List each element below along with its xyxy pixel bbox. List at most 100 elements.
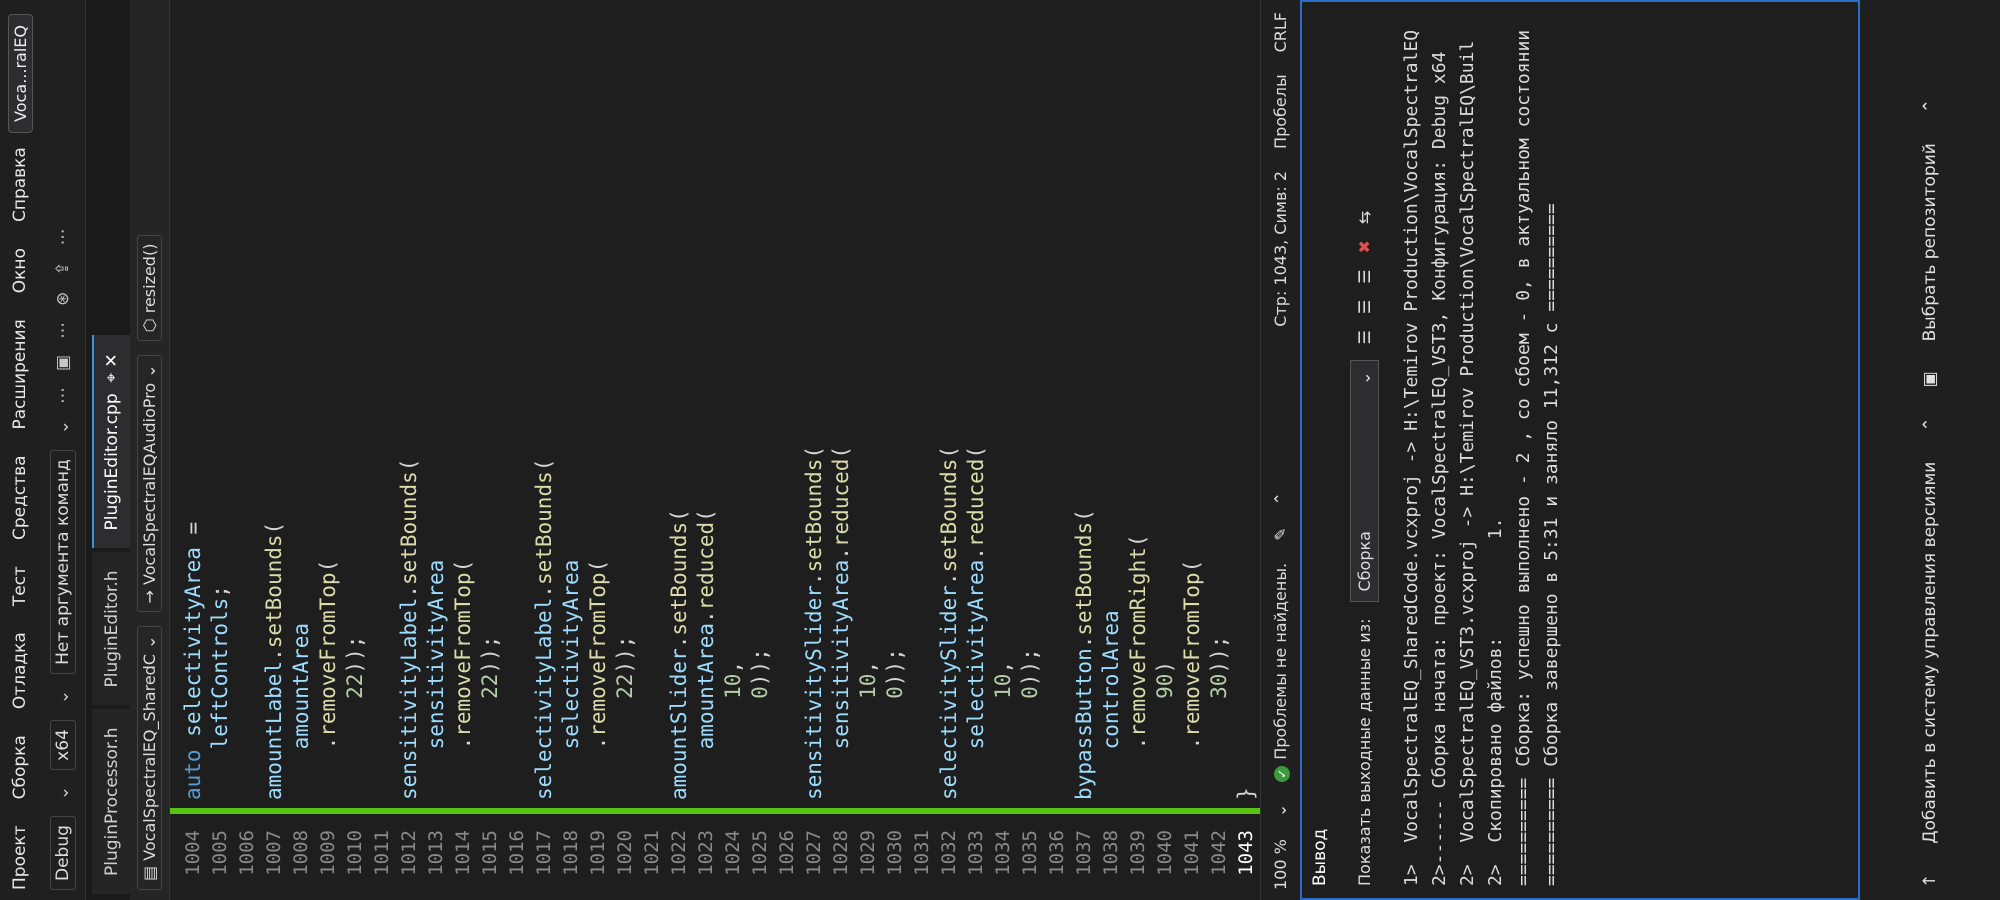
chevron-up-icon[interactable]: ⌃ bbox=[1920, 417, 1940, 431]
code-line[interactable]: sensitivitySlider.setBounds( bbox=[799, 446, 829, 800]
code-line[interactable]: .removeFromRight( bbox=[1123, 534, 1153, 800]
code-line[interactable]: selectivitySlider.setBounds( bbox=[934, 446, 964, 800]
more-icon[interactable]: ⋯ bbox=[53, 322, 73, 339]
code-line[interactable]: .removeFromTop( bbox=[1177, 560, 1207, 800]
line-ending[interactable]: CRLF bbox=[1271, 12, 1290, 52]
project-label: VocalSpectralEQ_SharedC bbox=[140, 654, 159, 861]
code-line[interactable]: 22)); bbox=[475, 636, 505, 800]
code-line[interactable]: auto selectivityArea = bbox=[178, 522, 208, 800]
photo-stage: Проект Сборка Отладка Тест Средства Расш… bbox=[0, 0, 2000, 900]
arrow-up-icon[interactable]: ↑ bbox=[1920, 874, 1940, 888]
code-line[interactable]: .removeFromTop( bbox=[448, 560, 478, 800]
share-icon[interactable]: ⇪ bbox=[53, 261, 73, 275]
chevron-down-icon[interactable]: ⌄ bbox=[53, 786, 73, 800]
more-icon[interactable]: ⋯ bbox=[53, 387, 73, 404]
menu-item[interactable]: Окно bbox=[10, 248, 30, 293]
code-line[interactable]: controlArea bbox=[1096, 610, 1126, 800]
align-left-icon[interactable]: ☰ bbox=[1355, 330, 1374, 344]
code-line[interactable]: 22)); bbox=[340, 636, 370, 800]
line-number: 1015 bbox=[479, 830, 501, 876]
scope-dropdown[interactable]: → VocalSpectralEQAudioPro ⌄ bbox=[137, 355, 162, 613]
change-tracking-bar bbox=[170, 808, 1260, 814]
chevron-down-icon[interactable]: ⌄ bbox=[1271, 804, 1290, 817]
code-editor[interactable]: 1004 auto selectivityArea = 1005 leftContr… bbox=[170, 0, 1260, 900]
chevron-down-icon: ⌄ bbox=[1354, 371, 1374, 385]
chevron-down-icon[interactable]: ⌄ bbox=[53, 420, 73, 434]
line-number: 1041 bbox=[1181, 830, 1203, 876]
align-center-icon[interactable]: ☰ bbox=[1355, 300, 1374, 314]
code-line[interactable]: selectivityLabel.setBounds( bbox=[529, 459, 559, 800]
line-number: 1022 bbox=[668, 830, 690, 876]
code-line[interactable]: amountArea bbox=[286, 623, 316, 800]
code-line[interactable]: 10, bbox=[853, 661, 883, 800]
tab-plugin-editor-h[interactable]: PluginEditor.h bbox=[92, 552, 130, 706]
code-line[interactable]: 0)); bbox=[880, 648, 910, 800]
project-dropdown[interactable]: ▤ VocalSpectralEQ_SharedC ⌄ bbox=[137, 626, 162, 890]
chevron-up-icon[interactable]: ⌃ bbox=[1920, 99, 1940, 113]
solution-title[interactable]: Voca...ralEQ bbox=[8, 14, 33, 133]
layout-icon[interactable]: ▣ bbox=[53, 355, 73, 371]
code-line[interactable]: sensitivityLabel.setBounds( bbox=[394, 459, 424, 800]
select-repo-button[interactable]: Выбрать репозиторий bbox=[1920, 143, 1940, 341]
platform-dropdown[interactable]: x64 bbox=[49, 720, 76, 770]
code-line[interactable]: 10, bbox=[718, 661, 748, 800]
chevron-up-icon[interactable]: ⌃ bbox=[1271, 492, 1290, 505]
line-number: 1013 bbox=[425, 830, 447, 876]
code-line[interactable]: selectivityArea bbox=[556, 560, 586, 800]
menu-item[interactable]: Тест bbox=[10, 566, 30, 606]
tab-plugin-editor-cpp[interactable]: PluginEditor.cpp ⌖ ✕ bbox=[92, 335, 130, 549]
code-line[interactable]: 10, bbox=[988, 661, 1018, 800]
code-line[interactable]: amountSlider.setBounds( bbox=[664, 509, 694, 800]
output-toolbar: Показать выходные данные из: Сборка ⌄ ☰ ☰… bbox=[1342, 2, 1386, 898]
menu-item[interactable]: Проект bbox=[10, 825, 30, 890]
code-line[interactable]: } bbox=[1231, 787, 1261, 800]
code-line[interactable]: sensitivityArea bbox=[421, 560, 451, 800]
code-line[interactable]: amountLabel.setBounds( bbox=[259, 522, 289, 800]
tab-label: PluginEditor.h bbox=[102, 570, 122, 688]
brush-icon[interactable]: ✎ bbox=[1271, 528, 1290, 541]
line-number: 1040 bbox=[1154, 830, 1176, 876]
output-line: 2> Скопировано файлов: 1. bbox=[1485, 517, 1506, 886]
tab-plugin-processor-h[interactable]: PluginProcessor.h bbox=[92, 709, 130, 894]
code-line[interactable]: 90) bbox=[1150, 661, 1180, 800]
command-args-input[interactable]: Нет аргумента команд bbox=[49, 450, 76, 674]
code-line[interactable]: sensitivityArea.reduced( bbox=[826, 446, 856, 800]
close-icon[interactable]: ✕ bbox=[102, 353, 122, 367]
line-number: 1027 bbox=[803, 830, 825, 876]
pin-icon[interactable]: ⌖ bbox=[102, 373, 122, 383]
line-number: 1036 bbox=[1046, 830, 1068, 876]
clear-all-icon[interactable]: ✖ bbox=[1355, 240, 1374, 253]
configuration-dropdown[interactable]: Debug bbox=[49, 816, 76, 890]
copilot-icon[interactable]: ⊛ bbox=[53, 292, 73, 306]
code-line[interactable]: bypassButton.setBounds( bbox=[1069, 509, 1099, 800]
member-dropdown[interactable]: ⬡ resized() bbox=[137, 234, 162, 342]
code-line[interactable]: leftControls; bbox=[205, 585, 235, 800]
output-source-dropdown[interactable]: Сборка ⌄ bbox=[1349, 360, 1379, 603]
menu-item[interactable]: Средства bbox=[10, 455, 30, 540]
code-line[interactable]: .removeFromTop( bbox=[583, 560, 613, 800]
line-number: 1021 bbox=[641, 830, 663, 876]
code-line[interactable]: amountArea.reduced( bbox=[691, 509, 721, 800]
code-line[interactable]: 0)); bbox=[745, 648, 775, 800]
menu-item[interactable]: Сборка bbox=[10, 735, 30, 799]
add-to-vcs-button[interactable]: Добавить в систему управления версиями bbox=[1920, 462, 1940, 844]
more-icon[interactable]: ⋯ bbox=[53, 228, 73, 245]
cursor-position[interactable]: Стр: 1043, Симв: 2 bbox=[1271, 171, 1290, 327]
menu-item[interactable]: Расширения bbox=[10, 319, 30, 429]
chevron-down-icon[interactable]: ⌄ bbox=[53, 690, 73, 704]
code-line[interactable]: .removeFromTop( bbox=[313, 560, 343, 800]
code-line[interactable]: selectivityArea.reduced( bbox=[961, 446, 991, 800]
indentation-mode[interactable]: Пробелы bbox=[1271, 74, 1290, 149]
menu-item[interactable]: Справка bbox=[10, 147, 30, 222]
align-right-icon[interactable]: ☰ bbox=[1355, 269, 1374, 283]
problems-indicator[interactable]: ✓ Проблемы не найдены. bbox=[1271, 563, 1290, 782]
code-line[interactable]: 30)); bbox=[1204, 636, 1234, 800]
navigation-bar: ▤ VocalSpectralEQ_SharedC ⌄ → VocalSpect… bbox=[130, 0, 170, 900]
code-line[interactable]: 0)); bbox=[1015, 648, 1045, 800]
zoom-level[interactable]: 100 % bbox=[1271, 839, 1290, 890]
word-wrap-icon[interactable]: ⇆ bbox=[1355, 211, 1374, 224]
line-number: 1017 bbox=[533, 830, 555, 876]
output-log[interactable]: 1> VocalSpectralEQ_SharedCode.vcxproj ->… bbox=[1398, 30, 1566, 886]
menu-item[interactable]: Отладка bbox=[10, 632, 30, 709]
code-line[interactable]: 22)); bbox=[610, 636, 640, 800]
